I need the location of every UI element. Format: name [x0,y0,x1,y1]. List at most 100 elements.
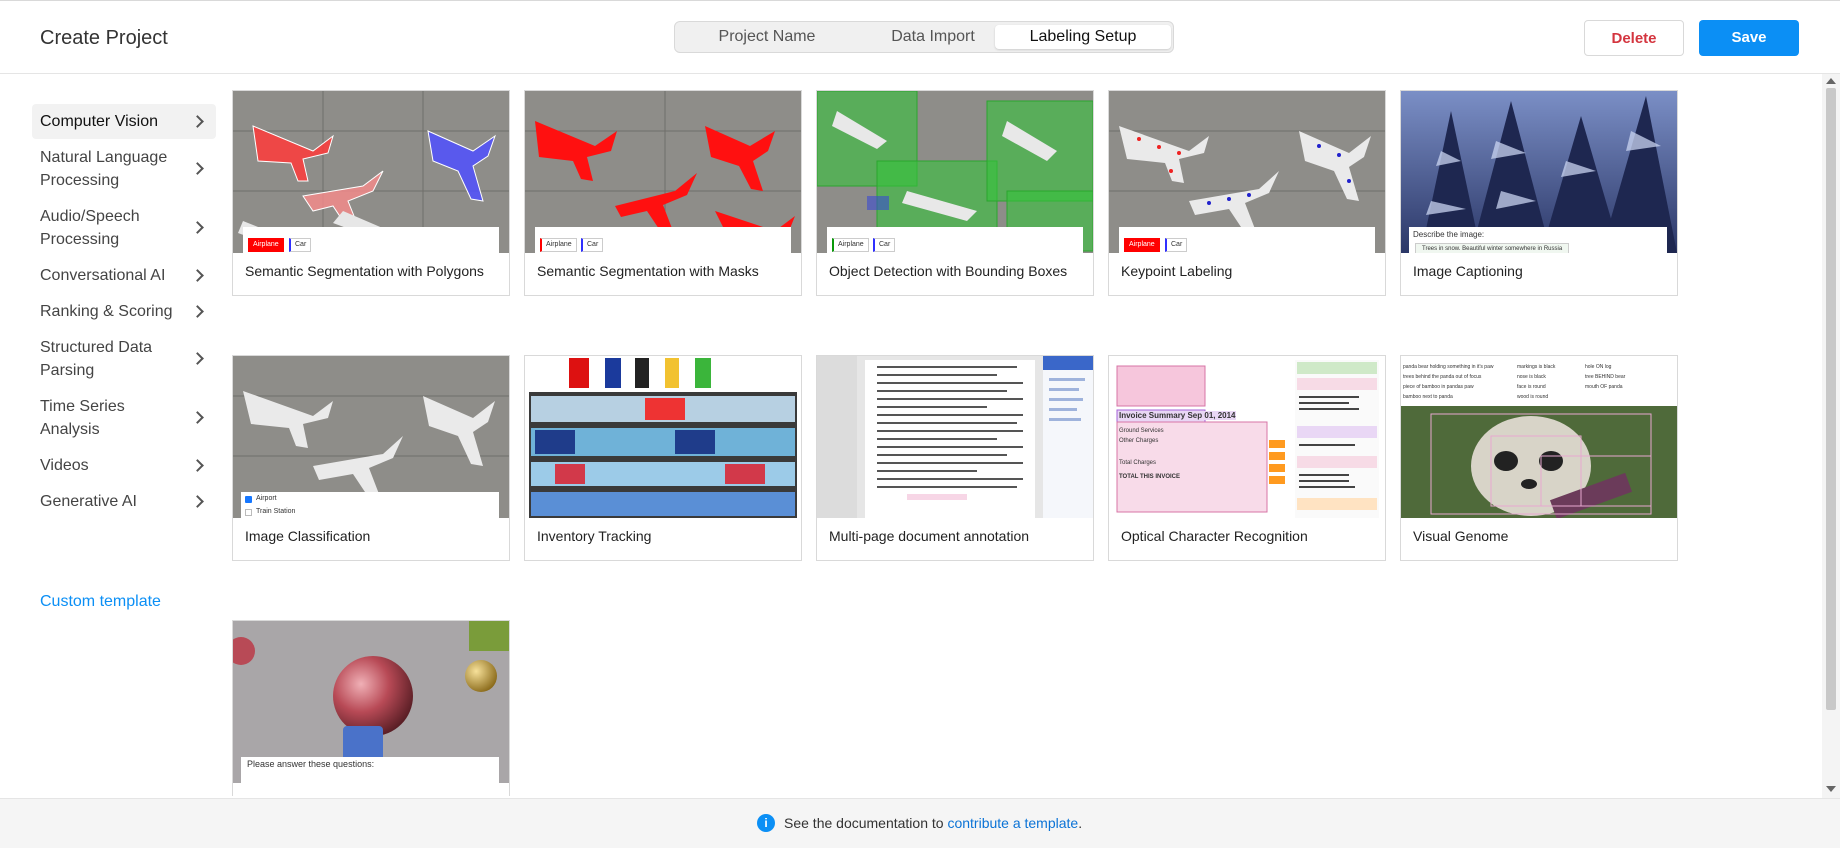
template-card-bounding-boxes[interactable]: Airplane Car Object Detection with Bound… [816,90,1094,296]
scroll-down-icon[interactable] [1826,786,1836,792]
label-chip-car: Car [1165,238,1188,252]
contribute-template-link[interactable]: contribute a template [947,815,1078,831]
template-thumbnail: Airport Train Station [233,356,509,518]
custom-template-link[interactable]: Custom template [40,593,161,611]
sidebar-item-computer-vision[interactable]: Computer Vision [32,104,216,139]
question-panel: Please answer these questions: [241,757,499,783]
template-card-keypoints[interactable]: Airplane Car Keypoint Labeling [1108,90,1386,296]
sidebar-item-conversational-ai[interactable]: Conversational AI [32,258,216,293]
scroll-up-icon[interactable] [1826,78,1836,84]
region-item: face is round [1517,384,1546,390]
footer-text-after: . [1078,815,1083,831]
label-bar: Airplane Car [1119,227,1375,253]
template-card-visual-qa[interactable]: Please answer these questions: [232,620,510,796]
invoice-image [1109,356,1385,518]
checkbox-icon[interactable] [245,509,252,516]
template-title: Multi-page document annotation [829,528,1030,544]
document-viewer-image [817,356,1093,518]
chevron-right-icon [191,221,204,234]
template-thumbnail: Airplane Car [525,91,801,253]
sidebar-item-nlp[interactable]: Natural Language Processing [32,140,216,198]
template-title: Semantic Segmentation with Masks [537,263,759,279]
sidebar-item-ranking[interactable]: Ranking & Scoring [32,294,216,329]
chevron-right-icon [191,352,204,365]
info-icon: i [757,814,775,832]
chevron-right-icon [191,411,204,424]
region-item: panda bear holding something in it's paw [1403,364,1494,370]
ocr-line: Ground Services [1119,428,1164,434]
template-card-visual-genome[interactable]: panda bear holding something in it's paw… [1400,355,1678,561]
region-item: mouth OF panda [1585,384,1623,390]
template-title: Inventory Tracking [537,528,652,544]
template-thumbnail: Airplane Car [1109,91,1385,253]
panda-image [1401,406,1677,518]
save-button[interactable]: Save [1699,20,1799,56]
template-thumbnail: Airplane Car [233,91,509,253]
delete-button[interactable]: Delete [1584,20,1684,56]
label-chip-airplane: Airplane [1124,238,1160,252]
sidebar-item-label: Computer Vision [40,113,158,130]
template-card-image-classification[interactable]: Airport Train Station Image Classificati… [232,355,510,561]
region-item: piece of bamboo in pandas paw [1403,384,1474,390]
template-thumbnail: Describe the image: Trees in snow. Beaut… [1401,91,1677,253]
ocr-heading: Invoice Summary Sep 01, 2014 [1119,411,1236,420]
tab-data-import[interactable]: Data Import [853,25,1013,49]
template-thumbnail: Invoice Summary Sep 01, 2014 Ground Serv… [1109,356,1385,518]
template-title: Image Captioning [1413,263,1523,279]
label-bar: Airplane Car [827,227,1083,253]
sidebar-item-label: Natural Language Processing [40,149,168,189]
label-bar: Airplane Car [243,227,499,253]
sidebar-item-label: Ranking & Scoring [40,303,173,320]
chevron-right-icon [191,162,204,175]
chevron-right-icon [191,494,204,508]
template-title: Optical Character Recognition [1121,528,1308,544]
template-card-image-captioning[interactable]: Describe the image: Trees in snow. Beaut… [1400,90,1678,296]
template-card-polygons[interactable]: Airplane Car Semantic Segmentation with … [232,90,510,296]
sidebar-item-structured-data[interactable]: Structured Data Parsing [32,330,216,388]
template-thumbnail: panda bear holding something in it's paw… [1401,356,1677,518]
template-card-masks[interactable]: Airplane Car Semantic Segmentation with … [524,90,802,296]
chevron-right-icon [191,304,204,318]
sidebar-item-audio[interactable]: Audio/Speech Processing [32,199,216,257]
template-card-multipage-document[interactable]: Multi-page document annotation [816,355,1094,561]
footer-text-before: See the documentation to [784,815,948,831]
template-thumbnail: Please answer these questions: [233,621,509,783]
question-prompt: Please answer these questions: [247,759,375,769]
step-tabs: Project Name Data Import Labeling Setup [674,21,1174,53]
choices-panel: Airport Train Station [241,492,499,518]
label-chip-car: Car [289,238,312,252]
header: Create Project Project Name Data Import … [0,0,1840,74]
choice-airport: Airport [256,495,277,502]
sidebar-item-generative-ai[interactable]: Generative AI [32,484,216,519]
region-list-middle: markings is black nose is black face is … [1517,362,1577,402]
template-title: Visual Genome [1413,528,1509,544]
sidebar-item-time-series[interactable]: Time Series Analysis [32,389,216,447]
sidebar-item-label: Audio/Speech Processing [40,208,140,248]
scrollbar[interactable] [1822,74,1840,798]
region-item: markings is black [1517,364,1556,370]
template-title: Object Detection with Bounding Boxes [829,263,1068,279]
region-item: hole ON log [1585,364,1612,370]
template-thumbnail: Airplane Car [817,91,1093,253]
tab-labeling-setup[interactable]: Labeling Setup [995,25,1171,49]
region-item: tree BEHIND bear [1585,374,1626,380]
template-card-inventory-tracking[interactable]: Inventory Tracking [524,355,802,561]
ocr-line: TOTAL THIS INVOICE [1119,474,1181,480]
region-list-right: hole ON log tree BEHIND bear mouth OF pa… [1585,362,1665,392]
sidebar-item-label: Generative AI [40,493,137,510]
tab-project-name[interactable]: Project Name [681,25,853,49]
store-shelf-image [525,356,801,518]
region-list-left: panda bear holding something in it's paw… [1403,362,1513,402]
sidebar-item-label: Structured Data Parsing [40,339,153,379]
checkbox-checked-icon[interactable] [245,496,252,503]
template-card-ocr[interactable]: Invoice Summary Sep 01, 2014 Ground Serv… [1108,355,1386,561]
sidebar-item-label: Videos [40,457,89,474]
caption-prompt: Describe the image: [1413,230,1485,239]
scroll-thumb[interactable] [1826,88,1836,710]
chevron-right-icon [191,114,204,128]
template-thumbnail [525,356,801,518]
page-title: Create Project [40,27,168,49]
sidebar-item-videos[interactable]: Videos [32,448,216,483]
template-thumbnail [817,356,1093,518]
sidebar-item-label: Time Series Analysis [40,398,125,438]
